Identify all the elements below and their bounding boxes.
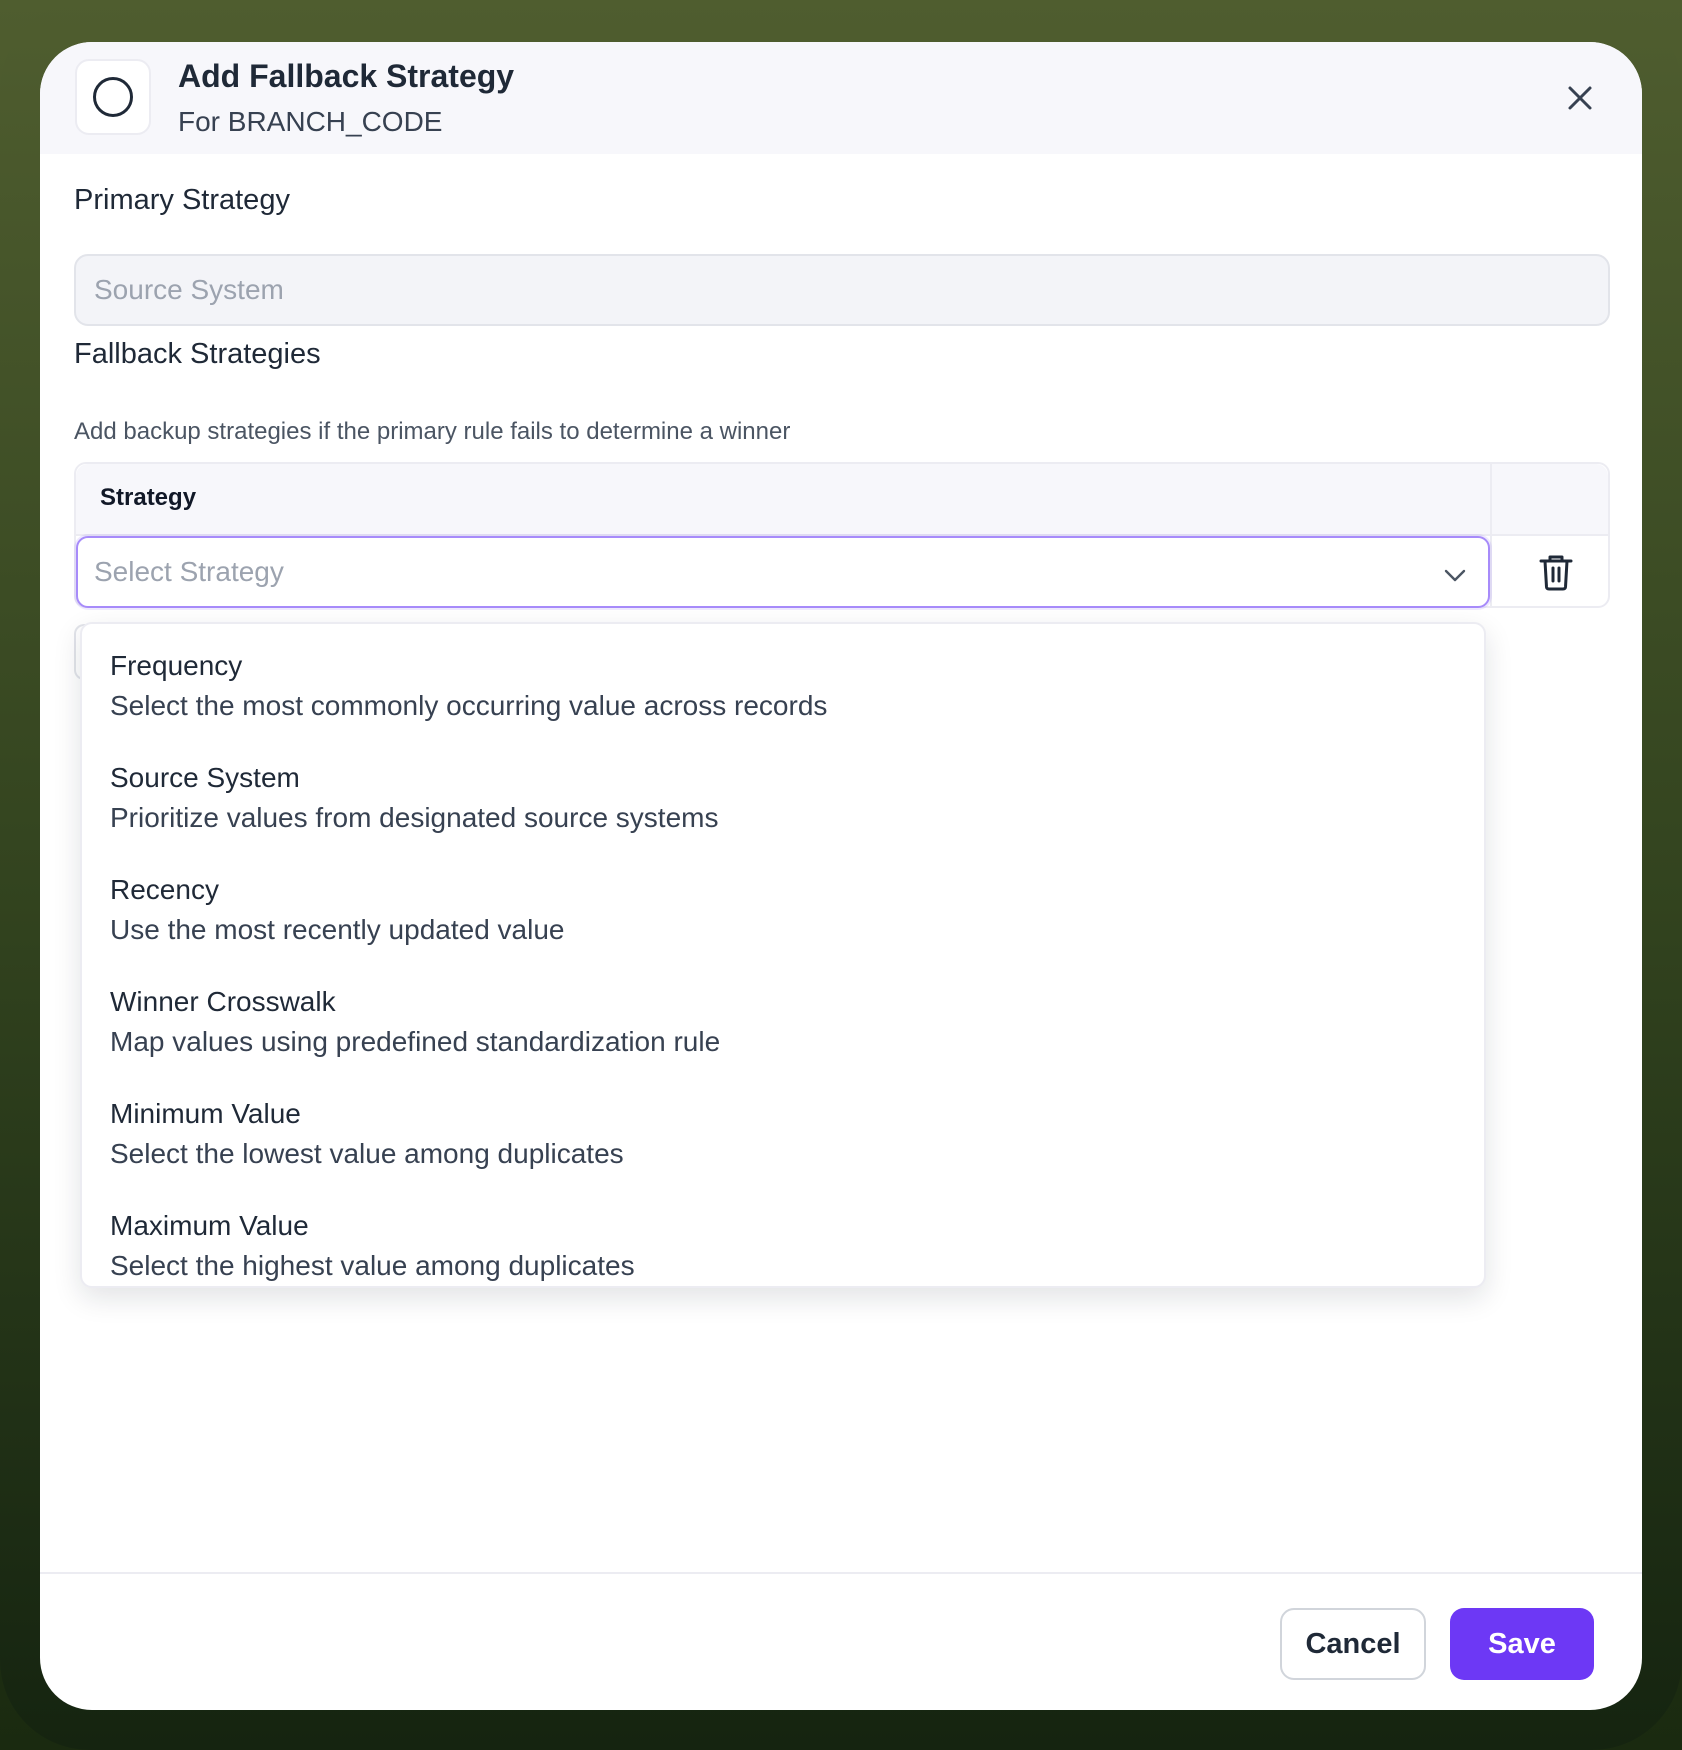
header-icon-container [75,59,151,135]
table-header: Strategy [76,464,1608,536]
primary-strategy-input[interactable] [74,254,1610,326]
option-description: Map values using predefined standardizat… [110,1026,721,1057]
dropdown-option-maximum-value[interactable]: Maximum Value Select the highest value a… [82,1184,1484,1286]
strategy-select-placeholder: Select Strategy [94,556,284,587]
dropdown-option-winner-crosswalk[interactable]: Winner Crosswalk Map values using predef… [82,960,1484,1072]
add-fallback-strategy-dialog: Add Fallback Strategy For BRANCH_CODE Pr… [40,42,1642,1710]
trash-icon [1539,555,1573,591]
strategy-dropdown-menu: Frequency Select the most commonly occur… [80,622,1486,1288]
option-description: Prioritize values from designated source… [110,802,719,833]
option-description: Select the most commonly occurring value… [110,690,828,721]
dialog-header: Add Fallback Strategy For BRANCH_CODE [40,42,1642,154]
option-description: Select the lowest value among duplicates [110,1138,624,1169]
column-header-strategy: Strategy [100,484,197,511]
dialog-title: Add Fallback Strategy [178,58,515,94]
dropdown-option-source-system[interactable]: Source System Prioritize values from des… [82,736,1484,848]
cancel-button[interactable]: Cancel [1280,1608,1426,1680]
strategy-select[interactable]: Select Strategy [76,536,1490,608]
option-title: Recency [110,874,219,905]
option-title: Winner Crosswalk [110,986,336,1017]
dropdown-option-frequency[interactable]: Frequency Select the most commonly occur… [82,624,1484,736]
dropdown-option-recency[interactable]: Recency Use the most recently updated va… [82,848,1484,960]
option-description: Use the most recently updated value [110,914,565,945]
dialog-subtitle: For BRANCH_CODE [178,106,443,137]
column-divider [1490,464,1492,534]
option-description: Select the highest value among duplicate… [110,1250,635,1281]
option-title: Frequency [110,650,243,681]
circle-icon [93,77,133,117]
chevron-down-icon [1444,569,1466,582]
fallback-strategies-helper: Add backup strategies if the primary rul… [74,418,791,445]
option-title: Minimum Value [110,1098,301,1129]
close-button[interactable] [1560,78,1600,118]
dropdown-option-minimum-value[interactable]: Minimum Value Select the lowest value am… [82,1072,1484,1184]
fallback-strategies-label: Fallback Strategies [74,338,321,370]
option-title: Maximum Value [110,1210,309,1241]
window-frame: Add Fallback Strategy For BRANCH_CODE Pr… [0,0,1682,1750]
row-column-divider [1490,534,1492,606]
option-title: Source System [110,762,300,793]
save-button[interactable]: Save [1450,1608,1594,1680]
footer-divider [40,1572,1642,1574]
primary-strategy-label: Primary Strategy [74,184,290,216]
close-icon [1568,86,1592,110]
delete-strategy-button[interactable] [1534,550,1578,594]
